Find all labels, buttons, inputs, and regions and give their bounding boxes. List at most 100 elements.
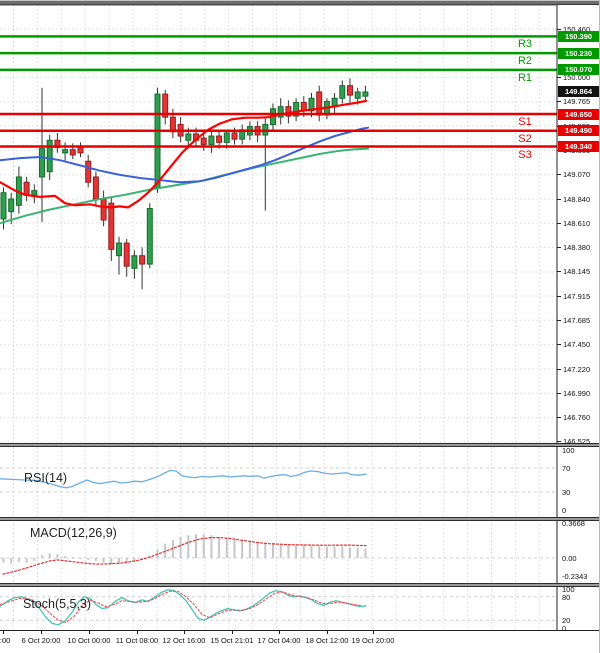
price-tick-mark	[557, 295, 561, 297]
price-tick-label: 149.765	[563, 97, 591, 107]
chart-surface[interactable]	[0, 0, 600, 653]
candlestick	[116, 242, 122, 257]
rsi-axis-label: 0	[562, 506, 567, 515]
candlestick	[339, 85, 346, 99]
time-axis-label: 11 Oct 08:00	[115, 636, 159, 645]
price-tick-label: 148.840	[563, 194, 591, 204]
price-badge-support: 149.490	[558, 125, 599, 137]
price-badge-resistance: 150.390	[558, 30, 599, 42]
price-badge-current: 149.864	[558, 86, 599, 98]
candlestick	[62, 149, 69, 154]
price-tick-label: 147.450	[563, 340, 591, 350]
candlestick	[8, 198, 15, 213]
time-axis-label: 18 Oct 12:00	[305, 636, 349, 645]
rsi-axis-label: 100	[562, 446, 575, 455]
stoch-axis-label: 80	[562, 592, 571, 602]
candlestick	[200, 137, 207, 145]
price-tick-label: 149.070	[563, 170, 591, 180]
candlestick	[154, 93, 161, 188]
price-tick-label: 148.145	[563, 267, 591, 277]
price-tick-mark	[557, 222, 561, 224]
time-tick-mark	[89, 630, 90, 634]
candlestick	[46, 139, 53, 173]
time-axis-label: 12 Oct 16:00	[162, 636, 206, 645]
candlestick	[316, 91, 323, 116]
candlestick	[146, 207, 153, 265]
pivot-label-s1: S1	[518, 116, 532, 128]
pivot-label-r1: R1	[517, 71, 533, 84]
time-tick-mark	[373, 630, 374, 634]
price-tick-mark	[557, 441, 561, 443]
candlestick	[69, 149, 76, 156]
candlestick	[85, 160, 92, 183]
panel-separator	[0, 443, 599, 447]
rsi-axis-label: 30	[562, 488, 571, 497]
price-tick-mark	[557, 198, 561, 200]
stoch-panel-label: Stoch(5,5,3)	[23, 597, 92, 611]
time-tick-mark	[3, 630, 4, 634]
time-tick-mark	[232, 630, 233, 634]
price-tick-label: 148.610	[563, 218, 591, 228]
candlestick	[231, 132, 238, 140]
pivot-label-s2: S2	[518, 132, 532, 145]
time-axis-border	[0, 630, 599, 631]
candlestick	[223, 132, 230, 143]
stoch-axis-label: 0	[562, 624, 567, 633]
candlestick	[216, 135, 223, 143]
candlestick	[92, 176, 99, 200]
macd-axis-label: 0.3668	[562, 519, 585, 529]
time-axis-label: 17 Oct 04:00	[257, 636, 301, 645]
candlestick	[100, 198, 107, 221]
candlestick	[208, 135, 215, 145]
candlestick	[185, 133, 192, 141]
price-tick-mark	[557, 174, 561, 176]
time-axis-label: 10 Oct 00:00	[67, 636, 111, 645]
price-tick-mark	[557, 416, 561, 418]
time-tick-mark	[41, 630, 42, 634]
candlestick	[0, 192, 7, 220]
panel-separator	[0, 583, 599, 587]
price-tick-mark	[557, 246, 561, 248]
price-badge-resistance: 150.070	[558, 64, 599, 76]
candlestick	[77, 147, 84, 154]
candlestick	[31, 190, 38, 196]
price-tick-mark	[557, 344, 561, 346]
time-tick-mark	[137, 630, 138, 634]
time-tick-mark	[327, 630, 328, 634]
candlestick	[23, 181, 30, 196]
macd-panel-label: MACD(12,26,9)	[30, 526, 117, 540]
price-badge-support: 149.650	[558, 108, 599, 120]
candlestick	[108, 202, 115, 250]
candlestick	[131, 255, 138, 269]
price-tick-label: 147.915	[563, 291, 591, 301]
price-tick-label: 148.380	[563, 242, 591, 252]
time-axis-label: 2:00	[0, 636, 11, 645]
time-axis-label: 6 Oct 20:00	[21, 636, 61, 645]
candlestick	[347, 85, 353, 96]
rsi-axis-label: 70	[562, 464, 571, 473]
time-tick-mark	[279, 630, 280, 634]
price-tick-mark	[557, 76, 561, 78]
price-tick-label: 147.220	[563, 364, 591, 374]
price-tick-mark	[557, 271, 561, 273]
candlestick	[354, 91, 361, 99]
pivot-label-r3: R3	[517, 38, 533, 51]
macd-axis-label: -0.2343	[562, 572, 588, 581]
price-tick-label: 146.990	[563, 388, 591, 398]
price-tick-mark	[557, 368, 561, 370]
price-tick-mark	[557, 392, 561, 394]
candlestick	[39, 148, 45, 178]
candlestick	[123, 242, 130, 267]
time-axis-label: 15 Oct 21:01	[210, 636, 254, 645]
panel-separator	[0, 517, 599, 521]
pivot-label-r2: R2	[517, 55, 533, 68]
candlestick	[139, 255, 146, 265]
price-badge-support: 149.340	[558, 141, 599, 153]
price-tick-label: 146.760	[563, 412, 591, 422]
chart-window: RSI(14) MACD(12,26,9) Stoch(5,5,3) 150.4…	[0, 0, 600, 653]
price-tick-mark	[557, 101, 561, 103]
price-tick-mark	[557, 28, 561, 30]
rsi-panel-label: RSI(14)	[24, 471, 68, 485]
price-tick-mark	[557, 319, 561, 321]
price-tick-label: 147.685	[563, 315, 591, 325]
